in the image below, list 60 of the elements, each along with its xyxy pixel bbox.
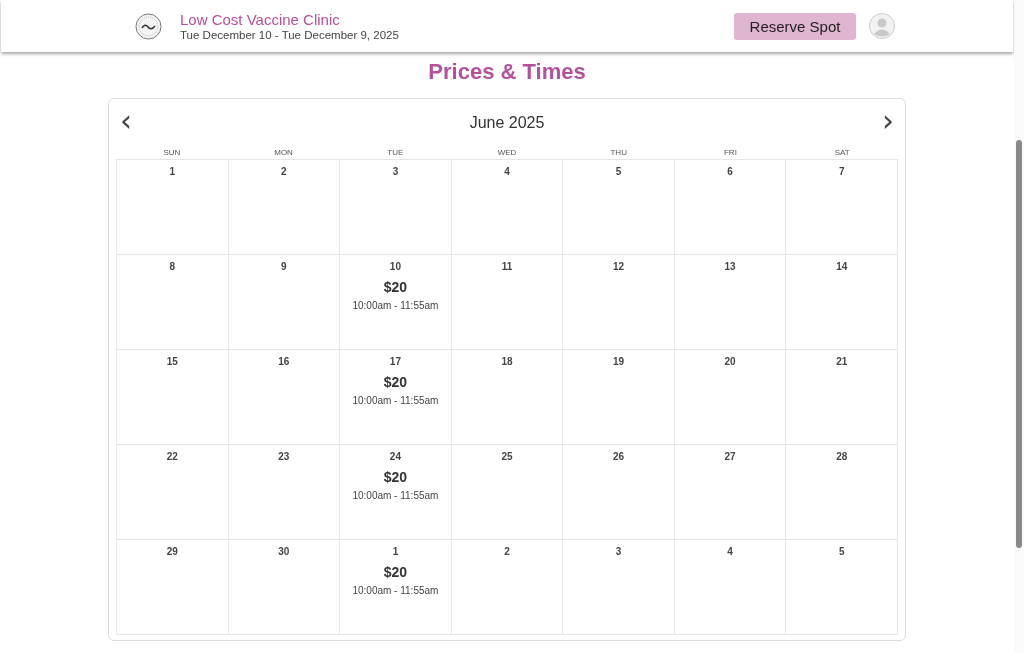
day-number: 1 <box>392 546 399 558</box>
day-number: 22 <box>166 451 178 463</box>
day-number: 17 <box>389 356 401 368</box>
clinic-title: Low Cost Vaccine Clinic <box>180 10 341 28</box>
price: $20 <box>383 468 408 486</box>
day-number: 3 <box>392 166 399 178</box>
day-number: 18 <box>501 356 513 368</box>
day-number: 30 <box>278 546 290 558</box>
day-number: 12 <box>613 261 625 273</box>
day-number: 13 <box>724 261 736 273</box>
day-number: 4 <box>504 166 510 178</box>
month-title: June 2025 <box>469 113 545 132</box>
day-number: 4 <box>727 546 733 558</box>
day-number: 2 <box>281 166 287 178</box>
day-number: 11 <box>501 261 513 273</box>
day-number: 6 <box>727 166 733 178</box>
day-number: 15 <box>166 356 178 368</box>
weekday-label: MON <box>273 147 294 159</box>
day-number: 27 <box>724 451 736 463</box>
previous-month-button[interactable]: ‹ <box>116 105 136 136</box>
weekday-label: SUN <box>162 147 182 159</box>
day-number: 3 <box>615 546 622 558</box>
scrollbar-thumb[interactable] <box>1016 140 1022 548</box>
day-number: 21 <box>836 356 848 368</box>
day-number: 26 <box>613 451 625 463</box>
day-number: 16 <box>278 356 290 368</box>
price: $20 <box>383 278 408 296</box>
day-number: 19 <box>613 356 625 368</box>
weekday-label: FRI <box>722 147 738 159</box>
weekday-label: WED <box>496 147 518 159</box>
weekday-label: THU <box>609 147 628 159</box>
time-range: 10:00am - 11:55am <box>352 300 439 311</box>
day-number: 5 <box>838 546 845 558</box>
day-number: 10 <box>389 261 401 273</box>
day-number: 23 <box>278 451 290 463</box>
avatar-icon[interactable] <box>869 13 895 39</box>
day-number: 14 <box>836 261 848 273</box>
reserve-spot-button[interactable]: Reserve Spot <box>734 12 856 40</box>
day-number: 25 <box>501 451 513 463</box>
day-number: 28 <box>836 451 848 463</box>
price: $20 <box>383 563 408 581</box>
day-number: 24 <box>389 451 401 463</box>
weekday-label: SAT <box>833 147 851 159</box>
logo-icon <box>135 12 162 40</box>
day-number: 1 <box>169 166 176 178</box>
time-range: 10:00am - 11:55am <box>352 585 439 596</box>
date-range: Tue December 10 - Tue December 9, 2025 <box>180 27 400 42</box>
weekday-label: TUE <box>386 147 405 159</box>
page-heading: Prices & Times <box>428 58 586 86</box>
time-range: 10:00am - 11:55am <box>352 395 439 406</box>
day-number: 8 <box>169 261 176 273</box>
day-number: 5 <box>615 166 622 178</box>
day-number: 7 <box>838 166 845 178</box>
price: $20 <box>383 373 408 391</box>
day-number: 20 <box>724 356 736 368</box>
next-month-button[interactable]: › <box>878 105 898 136</box>
time-range: 10:00am - 11:55am <box>352 490 439 501</box>
day-number: 9 <box>281 261 287 273</box>
day-number: 29 <box>166 546 178 558</box>
day-number: 2 <box>504 546 510 558</box>
